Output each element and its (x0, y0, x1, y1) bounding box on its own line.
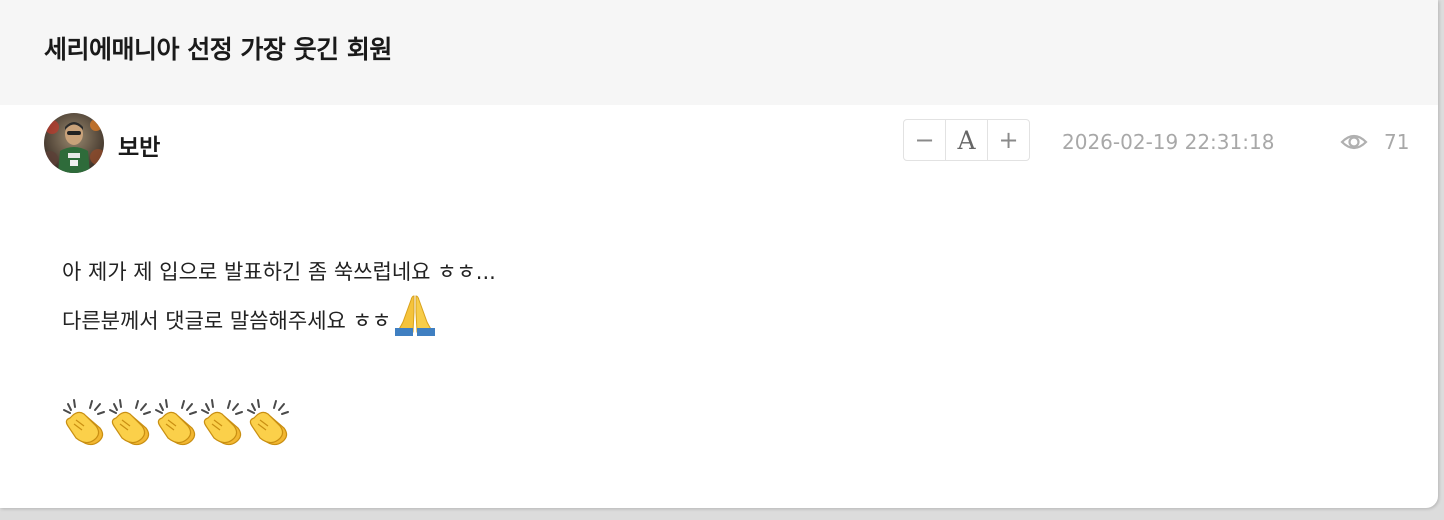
post-title: 세리에매니아 선정 가장 웃긴 회원 (44, 35, 392, 64)
font-decrease-button[interactable]: − (904, 120, 945, 160)
clapping-hands-emoji (62, 398, 108, 446)
view-count: 71 (1340, 130, 1409, 154)
folded-hands-emoji (393, 292, 437, 349)
clapping-hands-emoji (200, 398, 246, 446)
author-name[interactable]: 보반 (118, 128, 160, 162)
font-reset-button[interactable]: A (945, 120, 987, 160)
clapping-hands-emoji (154, 398, 200, 446)
font-size-control: − A + (903, 119, 1030, 161)
clapping-hands-emoji (246, 398, 292, 446)
body-line: 아 제가 제 입으로 발표하긴 좀 쑥쓰럽네요 ㅎㅎ... (62, 260, 496, 284)
view-count-value: 71 (1384, 130, 1410, 154)
clapping-hands-emoji (108, 398, 154, 446)
font-increase-button[interactable]: + (987, 120, 1029, 160)
eye-icon (1340, 134, 1368, 150)
author-avatar[interactable] (44, 113, 104, 173)
title-bar: 세리에매니아 선정 가장 웃긴 회원 (0, 0, 1438, 105)
post-card: 세리에매니아 선정 가장 웃긴 회원 보반 − A + 2026-02-19 2… (0, 0, 1438, 508)
post-body: 아 제가 제 입으로 발표하긴 좀 쑥쓰럽네요 ㅎㅎ... 다른분께서 댓글로 … (62, 252, 496, 349)
body-line: 다른분께서 댓글로 말씀해주세요 ㅎㅎ (62, 309, 392, 333)
body-line-with-emoji: 다른분께서 댓글로 말씀해주세요 ㅎㅎ (62, 292, 496, 349)
clap-emoji-row (62, 398, 292, 446)
post-datetime: 2026-02-19 22:31:18 (1062, 130, 1275, 154)
